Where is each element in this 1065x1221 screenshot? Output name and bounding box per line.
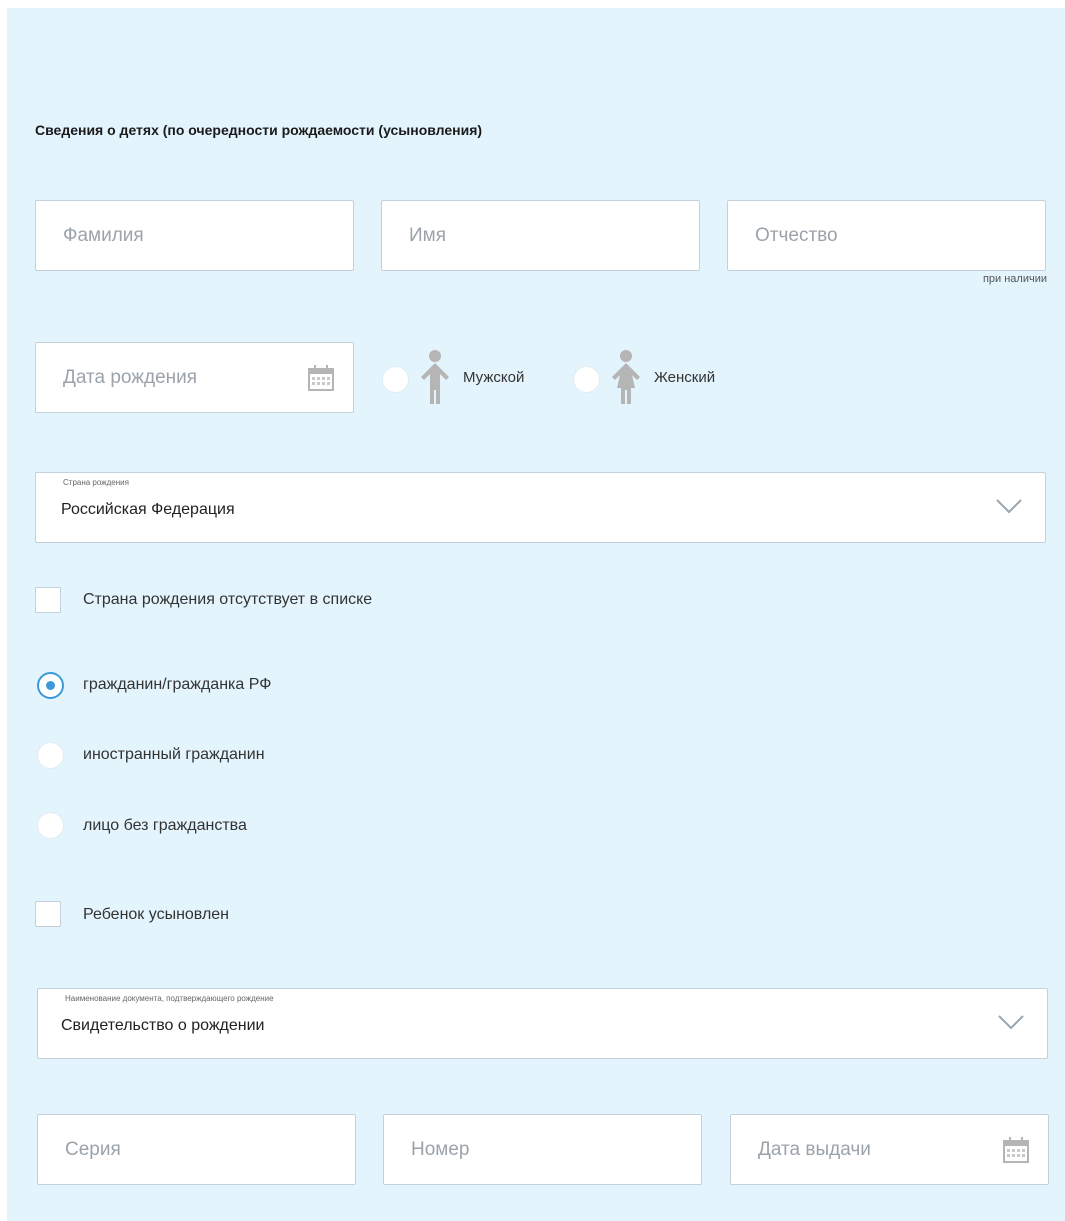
birth-document-select[interactable]: Наименование документа, подтверждающего … xyxy=(37,988,1048,1059)
citizenship-rf-radio[interactable] xyxy=(37,672,64,699)
patronymic-input[interactable]: Отчество xyxy=(727,200,1046,271)
document-series-placeholder: Серия xyxy=(65,1138,121,1160)
document-issue-date-placeholder: Дата выдачи xyxy=(758,1138,871,1160)
birth-country-select[interactable]: Страна рождения Российская Федерация xyxy=(35,472,1046,543)
female-person-icon xyxy=(612,350,640,404)
country-not-in-list-label: Страна рождения отсутствует в списке xyxy=(83,591,373,608)
country-not-in-list-checkbox[interactable] xyxy=(35,587,61,613)
gender-male-radio[interactable] xyxy=(382,366,409,393)
adopted-label: Ребенок усыновлен xyxy=(83,906,230,923)
chevron-down-icon[interactable] xyxy=(997,1013,1025,1031)
birth-document-value: Свидетельство о рождении xyxy=(61,1017,265,1034)
gender-female-radio[interactable] xyxy=(573,366,600,393)
birth-document-label: Наименование документа, подтверждающего … xyxy=(65,994,274,1003)
section-title: Сведения о детях (по очередности рождаем… xyxy=(35,122,483,138)
first-name-input[interactable]: Имя xyxy=(381,200,700,271)
calendar-icon[interactable] xyxy=(307,364,335,392)
citizenship-foreign-label: иностранный гражданин xyxy=(83,746,265,763)
document-number-placeholder: Номер xyxy=(411,1138,470,1160)
document-number-input[interactable]: Номер xyxy=(383,1114,702,1185)
citizenship-rf-label: гражданин/гражданка РФ xyxy=(83,676,272,693)
adopted-checkbox[interactable] xyxy=(35,901,61,927)
last-name-input[interactable]: Фамилия xyxy=(35,200,354,271)
last-name-placeholder: Фамилия xyxy=(63,224,144,246)
birth-country-label: Страна рождения xyxy=(63,478,129,487)
patronymic-hint: при наличии xyxy=(982,273,1047,285)
male-person-icon xyxy=(421,350,449,404)
document-series-input[interactable]: Серия xyxy=(37,1114,356,1185)
birth-date-placeholder: Дата рождения xyxy=(63,366,198,388)
patronymic-placeholder: Отчество xyxy=(755,224,838,246)
citizenship-stateless-label: лицо без гражданства xyxy=(83,817,247,834)
gender-male-label: Мужской xyxy=(463,369,525,386)
birth-country-value: Российская Федерация xyxy=(61,501,235,518)
chevron-down-icon[interactable] xyxy=(995,497,1023,515)
birth-date-input[interactable]: Дата рождения xyxy=(35,342,354,413)
citizenship-stateless-radio[interactable] xyxy=(37,812,64,839)
first-name-placeholder: Имя xyxy=(409,224,447,246)
calendar-icon[interactable] xyxy=(1002,1136,1030,1164)
document-issue-date-input[interactable]: Дата выдачи xyxy=(730,1114,1049,1185)
gender-female-label: Женский xyxy=(654,369,716,386)
citizenship-foreign-radio[interactable] xyxy=(37,742,64,769)
